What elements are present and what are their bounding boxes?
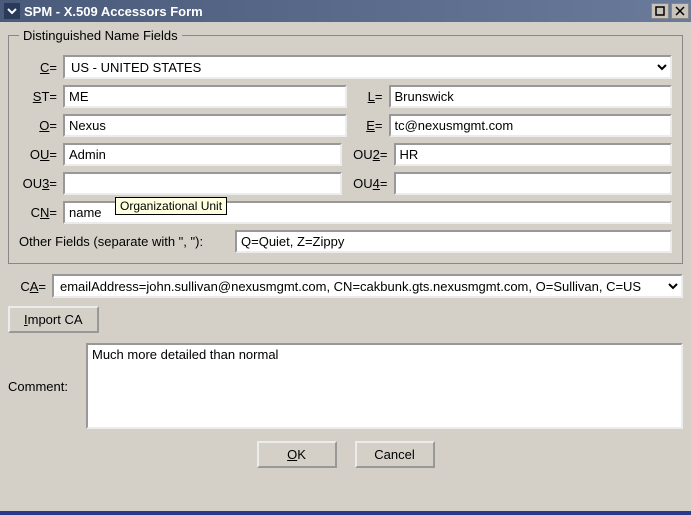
row-ca: CA= emailAddress=john.sullivan@nexusmgmt…: [8, 274, 683, 298]
label-ca: CA=: [8, 279, 46, 294]
window-bottom-border: [0, 511, 691, 515]
ou3-input[interactable]: [63, 172, 342, 195]
org-input[interactable]: [63, 114, 347, 137]
label-c: C=: [19, 60, 57, 75]
content-area: Distinguished Name Fields C= US - UNITED…: [0, 22, 691, 468]
cancel-button[interactable]: Cancel: [355, 441, 435, 468]
titlebar: SPM - X.509 Accessors Form: [0, 0, 691, 22]
label-other: Other Fields (separate with ", "):: [19, 234, 229, 249]
label-e: E=: [353, 118, 383, 133]
ou2-input[interactable]: [394, 143, 673, 166]
ca-select[interactable]: emailAddress=john.sullivan@nexusmgmt.com…: [52, 274, 683, 298]
row-ou-ou2: OU= OU2=: [19, 143, 672, 166]
window-title: SPM - X.509 Accessors Form: [24, 4, 649, 19]
label-ou: OU=: [19, 147, 57, 162]
label-comment: Comment:: [8, 379, 80, 394]
row-import: Import CA: [8, 306, 683, 333]
dn-legend: Distinguished Name Fields: [19, 28, 182, 43]
ou-input[interactable]: [63, 143, 342, 166]
row-st-l: ST= L=: [19, 85, 672, 108]
row-o-e: O= E=: [19, 114, 672, 137]
label-ou3: OU3=: [19, 176, 57, 191]
country-select[interactable]: US - UNITED STATES: [63, 55, 672, 79]
locality-input[interactable]: [389, 85, 673, 108]
label-o: O=: [19, 118, 57, 133]
close-button[interactable]: [671, 3, 689, 19]
row-comment: Comment:: [8, 343, 683, 429]
footer-buttons: OK Cancel: [8, 441, 683, 468]
row-cn: CN= Organizational Unit: [19, 201, 672, 224]
label-cn: CN=: [19, 205, 57, 220]
row-c: C= US - UNITED STATES: [19, 55, 672, 79]
email-input[interactable]: [389, 114, 673, 137]
state-input[interactable]: [63, 85, 347, 108]
label-ou2: OU2=: [348, 147, 388, 162]
ok-button[interactable]: OK: [257, 441, 337, 468]
import-ca-button[interactable]: Import CA: [8, 306, 99, 333]
ou4-input[interactable]: [394, 172, 673, 195]
other-fields-input[interactable]: [235, 230, 672, 253]
tooltip-ou: Organizational Unit: [115, 197, 227, 215]
label-l: L=: [353, 89, 383, 104]
dn-fieldset: Distinguished Name Fields C= US - UNITED…: [8, 28, 683, 264]
maximize-button[interactable]: [651, 3, 669, 19]
app-icon: [4, 3, 20, 19]
comment-textarea[interactable]: [86, 343, 683, 429]
label-ou4: OU4=: [348, 176, 388, 191]
row-other: Other Fields (separate with ", "):: [19, 230, 672, 253]
row-ou3-ou4: OU3= OU4=: [19, 172, 672, 195]
label-st: ST=: [19, 89, 57, 104]
